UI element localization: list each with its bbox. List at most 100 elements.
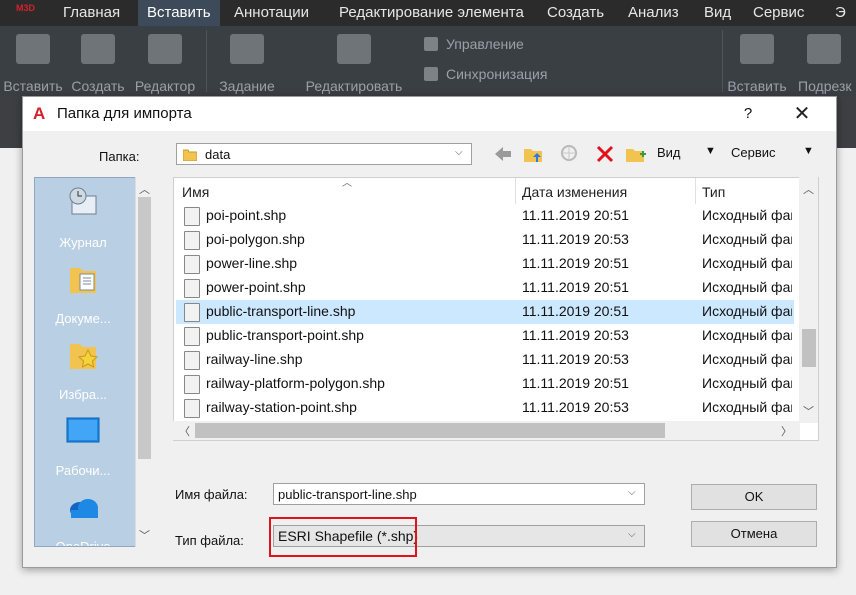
service-menu-button[interactable]: Сервис bbox=[731, 145, 776, 160]
shapefile-icon bbox=[184, 255, 200, 274]
ribbon-manage-item[interactable]: Управление bbox=[424, 36, 524, 52]
place-history[interactable]: Журнал bbox=[35, 186, 131, 250]
file-list-vscrollbar[interactable]: ︿ ﹀ bbox=[799, 177, 818, 423]
column-separator[interactable] bbox=[695, 178, 696, 204]
star-folder-icon bbox=[70, 344, 99, 369]
shapefile-icon bbox=[184, 327, 200, 346]
scroll-up-arrow[interactable]: ︿ bbox=[139, 181, 150, 197]
file-row[interactable]: power-line.shp 11.11.2019 20:51 Исходный ф… bbox=[176, 252, 794, 276]
filename-field[interactable]: public-transport-line.shp ⌵ bbox=[273, 483, 645, 505]
task-icon bbox=[230, 34, 264, 64]
chevron-down-icon: ⌵ bbox=[455, 147, 463, 158]
shapefile-icon bbox=[184, 231, 200, 250]
manage-icon bbox=[424, 37, 438, 51]
places-scroll-thumb[interactable] bbox=[138, 197, 151, 459]
tab-more[interactable]: Э bbox=[826, 0, 855, 26]
app-logo: M3D bbox=[4, 0, 44, 24]
place-documents[interactable]: Докуме... bbox=[35, 262, 131, 326]
desktop-icon bbox=[66, 417, 100, 443]
tab-create[interactable]: Создать bbox=[538, 0, 613, 26]
chevron-down-icon[interactable]: ⌵ bbox=[628, 488, 638, 498]
dialog-titlebar: A Папка для импорта ? ✕ bbox=[23, 97, 836, 131]
app-logo-icon: A bbox=[33, 104, 46, 123]
onedrive-cloud-icon bbox=[70, 499, 98, 518]
dialog-title: Папка для импорта bbox=[57, 105, 192, 122]
place-onedrive[interactable]: OneDrive bbox=[35, 490, 131, 546]
scroll-left-arrow[interactable]: 〈 bbox=[179, 423, 190, 439]
file-row[interactable]: railway-platform-polygon.shp 11.11.2019 2… bbox=[176, 372, 794, 396]
ribbon-insert-button[interactable]: Вставить bbox=[0, 26, 66, 96]
tab-service[interactable]: Сервис bbox=[744, 0, 813, 26]
service-dropdown-icon[interactable]: ▼ bbox=[803, 145, 814, 157]
file-row[interactable]: poi-polygon.shp 11.11.2019 20:53 Исходный … bbox=[176, 228, 794, 252]
ribbon-insert2-button[interactable]: Вставить bbox=[724, 26, 790, 96]
file-row-selected[interactable]: public-transport-line.shp 11.11.2019 20:5… bbox=[176, 300, 794, 324]
file-list: ︿ Имя Дата изменения Тип poi-point.shp 11… bbox=[173, 177, 819, 441]
vscroll-thumb[interactable] bbox=[802, 329, 816, 367]
column-header-type[interactable]: Тип bbox=[702, 180, 725, 204]
cancel-button[interactable]: Отмена bbox=[691, 521, 817, 547]
view-menu-button[interactable]: Вид bbox=[657, 145, 681, 160]
ribbon-edit-button[interactable]: Редактировать bbox=[296, 26, 412, 96]
help-button[interactable]: ? bbox=[737, 103, 759, 125]
shapefile-icon bbox=[184, 279, 200, 298]
up-folder-icon[interactable] bbox=[523, 144, 545, 164]
tab-edit-element[interactable]: Редактирование элемента bbox=[330, 0, 533, 26]
shapefile-icon bbox=[184, 351, 200, 370]
tab-insert[interactable]: Вставить bbox=[138, 0, 220, 26]
app-badge: M3D bbox=[16, 3, 36, 13]
import-folder-dialog: A Папка для импорта ? ✕ Папка: data ⌵ Ви… bbox=[22, 96, 837, 568]
sort-indicator-icon: ︿ bbox=[342, 178, 352, 189]
ribbon-create-button[interactable]: Создать bbox=[66, 26, 130, 96]
ribbon-panel: Вставить Создать Редактор Задание Редакт… bbox=[0, 26, 856, 96]
back-icon[interactable] bbox=[492, 144, 514, 164]
ribbon-sync-item[interactable]: Синхронизация bbox=[424, 66, 547, 82]
chevron-down-icon[interactable]: ⌵ bbox=[628, 530, 638, 540]
ribbon-editor-button[interactable]: Редактор bbox=[130, 26, 200, 96]
filetype-label: Тип файла: bbox=[175, 533, 244, 548]
insert-icon bbox=[740, 34, 774, 64]
folder-icon bbox=[183, 149, 197, 161]
ribbon-trim-button[interactable]: Подрезк bbox=[792, 26, 856, 96]
search-web-icon[interactable] bbox=[559, 144, 581, 164]
ribbon-separator bbox=[722, 30, 723, 92]
column-header-name[interactable]: Имя bbox=[182, 180, 209, 204]
scroll-up-arrow[interactable]: ︿ bbox=[803, 181, 814, 197]
file-row[interactable]: poi-point.shp 11.11.2019 20:51 Исходный фа… bbox=[176, 204, 794, 228]
insert-icon bbox=[16, 34, 50, 64]
scroll-down-arrow[interactable]: ﹀ bbox=[139, 527, 150, 543]
ribbon-separator bbox=[206, 30, 207, 92]
ribbon-task-button[interactable]: Задание bbox=[212, 26, 282, 96]
close-button[interactable]: ✕ bbox=[787, 101, 817, 127]
filename-label: Имя файла: bbox=[175, 487, 248, 502]
file-row[interactable]: railway-line.shp 11.11.2019 20:53 Исходный… bbox=[176, 348, 794, 372]
place-desktop[interactable]: Рабочи... bbox=[35, 414, 131, 478]
tab-home[interactable]: Главная bbox=[54, 0, 129, 26]
view-dropdown-icon[interactable]: ▼ bbox=[705, 145, 716, 157]
folder-select[interactable]: data ⌵ bbox=[176, 143, 472, 165]
folder-label: Папка: bbox=[99, 149, 140, 164]
history-icon bbox=[69, 187, 97, 215]
tab-view[interactable]: Вид bbox=[695, 0, 740, 26]
column-separator[interactable] bbox=[515, 178, 516, 204]
ok-button[interactable]: OK bbox=[691, 484, 817, 510]
trim-icon bbox=[807, 34, 841, 64]
places-scrollbar[interactable]: ︿ ﹀ bbox=[135, 177, 153, 547]
file-row[interactable]: power-point.shp 11.11.2019 20:51 Исходный … bbox=[176, 276, 794, 300]
scroll-right-arrow[interactable]: 〉 bbox=[781, 423, 792, 439]
hscroll-thumb[interactable] bbox=[195, 423, 665, 438]
place-favorites[interactable]: Избра... bbox=[35, 338, 131, 402]
scroll-down-arrow[interactable]: ﹀ bbox=[803, 403, 814, 419]
file-row[interactable]: railway-station-point.shp 11.11.2019 20:5… bbox=[176, 396, 794, 420]
filetype-highlight-box bbox=[269, 517, 417, 557]
documents-icon bbox=[70, 268, 96, 293]
column-header-date[interactable]: Дата изменения bbox=[522, 180, 627, 204]
tab-annotations[interactable]: Аннотации bbox=[225, 0, 318, 26]
delete-icon[interactable] bbox=[594, 144, 616, 164]
tab-analysis[interactable]: Анализ bbox=[619, 0, 688, 26]
create-icon bbox=[81, 34, 115, 64]
file-row[interactable]: public-transport-point.shp 11.11.2019 20:… bbox=[176, 324, 794, 348]
shapefile-icon bbox=[184, 375, 200, 394]
shapefile-icon bbox=[184, 303, 200, 322]
new-folder-icon[interactable] bbox=[625, 144, 647, 164]
